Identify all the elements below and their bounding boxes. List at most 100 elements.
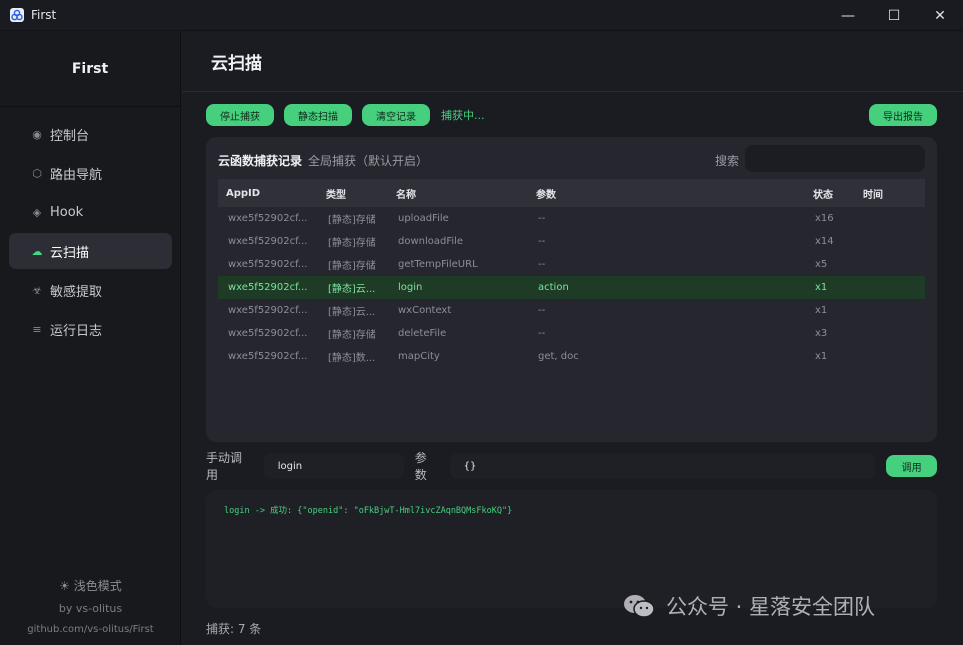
watermark-text: 公众号 · 星落安全团队 <box>666 595 876 619</box>
params-input[interactable] <box>449 453 876 479</box>
capture-count: 捕获: 7 条 <box>206 622 262 636</box>
cell-params: -- <box>538 236 546 247</box>
list-icon: ≡ <box>32 322 42 336</box>
panel-header: 云函数捕获记录 全局捕获（默认开启） 搜索 <box>218 145 925 172</box>
static-scan-button[interactable]: 静态扫描 <box>284 104 352 126</box>
sidebar-item-label: Hook <box>50 204 84 220</box>
diamond-icon: ◈ <box>32 205 42 219</box>
cell-appid: wxe5f52902cf... <box>228 351 308 362</box>
cell-params: -- <box>538 213 546 224</box>
sidebar-item-console[interactable]: ◉ 控制台 <box>9 116 172 152</box>
cell-time <box>855 276 925 299</box>
table-row-selected[interactable]: wxe5f52902cf... [静态]云... login action x1 <box>218 276 925 299</box>
capture-status: 捕获中... <box>441 109 485 122</box>
window-titlebar: First — ☐ ✕ <box>0 0 963 31</box>
cell-time <box>855 345 925 368</box>
cell-appid: wxe5f52902cf... <box>228 259 308 270</box>
column-header-params[interactable]: 参数 <box>528 179 805 207</box>
cell-status: x16 <box>815 213 834 224</box>
clear-records-button[interactable]: 清空记录 <box>362 104 430 126</box>
minimize-icon[interactable]: — <box>825 0 871 31</box>
wechat-watermark: 公众号 · 星落安全团队 <box>622 591 875 621</box>
sidebar-item-route-nav[interactable]: ⬡ 路由导航 <box>9 155 172 191</box>
cell-name: mapCity <box>398 351 440 362</box>
sidebar-item-run-log[interactable]: ≡ 运行日志 <box>9 311 172 347</box>
table-row[interactable]: wxe5f52902cf... [静态]数... mapCity get, do… <box>218 345 925 368</box>
cell-name: deleteFile <box>398 328 447 339</box>
capture-records-panel: 云函数捕获记录 全局捕获（默认开启） 搜索 AppID 类型 名称 参数 状态 … <box>206 137 937 442</box>
cell-name: downloadFile <box>398 236 464 247</box>
column-header-name[interactable]: 名称 <box>388 179 528 207</box>
cell-params: -- <box>538 305 546 316</box>
sidebar: First ◉ 控制台 ⬡ 路由导航 ◈ Hook ☁ 云扫描 ☣ 敏感提取 ≡… <box>0 31 181 645</box>
cell-params: -- <box>538 328 546 339</box>
column-header-time[interactable]: 时间 <box>855 179 925 207</box>
search-label: 搜索 <box>714 153 739 168</box>
column-header-status[interactable]: 状态 <box>805 179 855 207</box>
panel-subtitle: 全局捕获（默认开启） <box>308 153 429 168</box>
cloud-icon: ☁ <box>31 244 43 258</box>
cell-appid: wxe5f52902cf... <box>228 236 308 247</box>
cell-type: [静态]存储 <box>328 238 376 249</box>
table-header-row: AppID 类型 名称 参数 状态 时间 <box>218 179 925 207</box>
cell-params: get, doc <box>538 351 579 362</box>
cell-name: wxContext <box>398 305 452 316</box>
sidebar-item-sensitive-extract[interactable]: ☣ 敏感提取 <box>9 272 172 308</box>
cell-status: x1 <box>815 305 828 316</box>
column-header-type[interactable]: 类型 <box>318 179 388 207</box>
window-controls: — ☐ ✕ <box>825 0 963 31</box>
cell-type: [静态]存储 <box>328 330 376 341</box>
table-row[interactable]: wxe5f52902cf... [静态]存储 getTempFileURL --… <box>218 253 925 276</box>
cell-status: x1 <box>815 282 828 293</box>
function-name-input[interactable] <box>263 453 404 479</box>
cell-type: [静态]云... <box>328 284 376 295</box>
sidebar-item-hook[interactable]: ◈ Hook <box>9 194 172 230</box>
column-header-appid[interactable]: AppID <box>218 179 318 207</box>
cell-type: [静态]数... <box>328 353 376 364</box>
cell-name: getTempFileURL <box>398 259 478 270</box>
cell-name: login <box>398 282 423 293</box>
cell-appid: wxe5f52902cf... <box>228 213 308 224</box>
export-report-button[interactable]: 导出报告 <box>869 104 937 126</box>
manual-invoke-row: 手动调用 参数 调用 <box>206 451 937 482</box>
hexagon-icon: ⬡ <box>32 166 42 180</box>
cell-time <box>855 230 925 253</box>
cell-appid: wxe5f52902cf... <box>228 305 308 316</box>
cell-status: x14 <box>815 236 834 247</box>
search-input[interactable] <box>745 145 925 172</box>
repo-link[interactable]: github.com/vs-olitus/First <box>0 624 181 635</box>
wechat-logo-icon <box>624 595 655 618</box>
table-row[interactable]: wxe5f52902cf... [静态]存储 downloadFile -- x… <box>218 230 925 253</box>
cell-time <box>855 207 925 230</box>
cell-appid: wxe5f52902cf... <box>228 282 308 293</box>
sidebar-item-cloud-scan[interactable]: ☁ 云扫描 <box>9 233 172 269</box>
close-icon[interactable]: ✕ <box>917 0 963 31</box>
app-logo-icon <box>10 8 24 22</box>
stop-capture-button[interactable]: 停止捕获 <box>206 104 274 126</box>
author-credit: by vs-olitus <box>58 602 123 615</box>
sidebar-item-label: 控制台 <box>50 128 90 144</box>
capture-table: AppID 类型 名称 参数 状态 时间 wxe5f52902cf... [静态… <box>218 179 925 368</box>
toolbar: 停止捕获 静态扫描 清空记录 捕获中... 导出报告 <box>206 104 937 126</box>
maximize-icon[interactable]: ☐ <box>871 0 917 31</box>
cell-type: [静态]存储 <box>328 215 376 226</box>
sidebar-nav: ◉ 控制台 ⬡ 路由导航 ◈ Hook ☁ 云扫描 ☣ 敏感提取 ≡ 运行日志 <box>0 107 180 347</box>
table-row[interactable]: wxe5f52902cf... [静态]云... wxContext -- x1 <box>218 299 925 322</box>
page-title: 云扫描 <box>182 31 963 92</box>
manual-invoke-label: 手动调用 <box>206 451 243 482</box>
light-mode-toggle[interactable]: ☀ 浅色模式 <box>0 577 181 594</box>
cell-appid: wxe5f52902cf... <box>228 328 308 339</box>
sidebar-item-label: 运行日志 <box>50 323 103 339</box>
table-row[interactable]: wxe5f52902cf... [静态]存储 deleteFile -- x3 <box>218 322 925 345</box>
sidebar-item-label: 云扫描 <box>50 245 90 261</box>
sidebar-footer: ☀ 浅色模式 by vs-olitus github.com/vs-olitus… <box>0 577 181 645</box>
table-row[interactable]: wxe5f52902cf... [静态]存储 uploadFile -- x16 <box>218 207 925 230</box>
cell-type: [静态]存储 <box>328 261 376 272</box>
cell-time <box>855 253 925 276</box>
sidebar-brand: First <box>0 31 180 107</box>
invoke-button[interactable]: 调用 <box>886 455 937 477</box>
window-title: First <box>31 8 57 22</box>
cell-params: action <box>538 282 569 293</box>
panel-title: 云函数捕获记录 <box>218 153 303 168</box>
biohazard-icon: ☣ <box>32 283 42 297</box>
